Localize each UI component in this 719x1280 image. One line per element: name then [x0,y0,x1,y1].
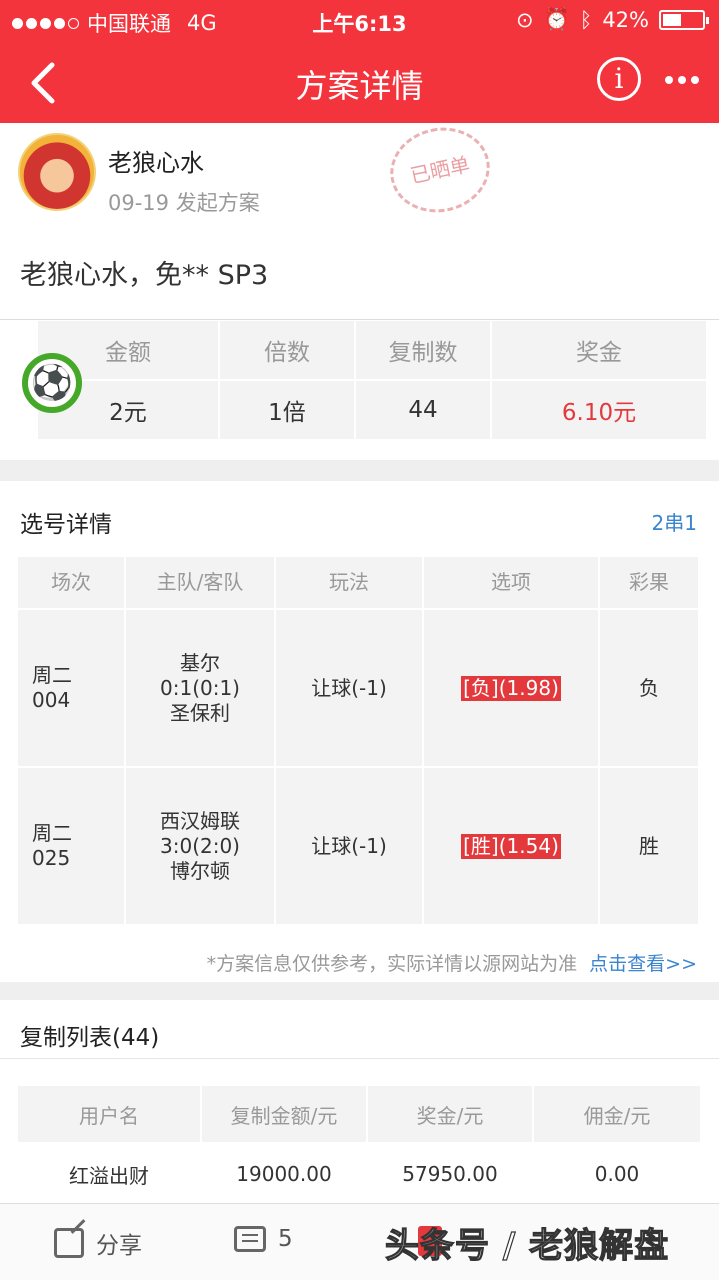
share-icon [54,1228,84,1258]
battery-icon [659,9,709,30]
copy-user: 红溢出财 [18,1144,200,1204]
disclaimer-text: *方案信息仅供参考，实际详情以源网站为准 [206,953,578,975]
away-team: 博尔顿 [170,858,230,883]
copy-list-table: 用户名 复制金额/元 奖金/元 佣金/元 红溢出财 19000.00 57950… [18,1086,700,1204]
battery-percent: 42% [602,7,649,32]
match-day: 周二 [32,663,72,687]
more-icon[interactable] [665,76,699,84]
comment-icon [234,1226,266,1252]
option-cell: [负](1.98) [424,610,598,766]
result-cell: 负 [600,610,698,766]
status-right: ⊙ ⏰ ᛒ 42% [515,7,709,32]
match-no: 004 [32,688,71,712]
col-header: 主队/客队 [126,557,274,608]
stat-prize: 6.10元 [492,381,706,439]
bottom-bar: 分享 5 头条号 / 老狼解盘 [0,1203,719,1280]
match-no: 025 [32,846,71,870]
nav-bar: 方案详情 i [0,45,719,120]
top-bar: 中国联通 4G 上午6:13 ⊙ ⏰ ᛒ 42% 方案详情 i [0,0,719,123]
result-cell: 胜 [600,768,698,924]
author-name[interactable]: 老狼心水 [108,143,204,178]
shared-stamp: 已晒单 [382,118,498,222]
plan-date: 09-19 发起方案 [108,191,260,215]
share-label: 分享 [96,1233,142,1259]
copy-prize: 57950.00 [368,1144,532,1204]
copy-commission: 0.00 [534,1144,700,1204]
share-button[interactable]: 分享 [54,1226,142,1260]
stat-header-multiple: 倍数 [220,321,354,379]
col-header: 玩法 [276,557,422,608]
view-source-link[interactable]: 点击查看>> [589,953,697,975]
copy-list-card: 复制列表(44) 用户名 复制金额/元 奖金/元 佣金/元 红溢出财 19000… [0,1000,719,1205]
away-team: 圣保利 [169,700,230,725]
col-header: 佣金/元 [534,1086,700,1142]
option-pick: [胜](1.54) [461,833,561,859]
disclaimer: *方案信息仅供参考，实际详情以源网站为准 点击查看>> [207,949,697,976]
home-team: 西汉姆联 [160,808,240,833]
alarm-icon: ⏰ [543,7,570,31]
match-score: 0:1(0:1) [160,675,240,700]
plan-stats: 金额 倍数 复制数 奖金 2元 1倍 44 6.10元 [38,321,706,439]
stat-header-prize: 奖金 [492,321,706,379]
option-cell: [胜](1.54) [424,768,598,924]
comment-count: 5 [278,1226,293,1252]
match-score: 3:0(2:0) [160,833,240,858]
col-header: 复制金额/元 [202,1086,366,1142]
col-header: 奖金/元 [368,1086,532,1142]
col-header: 用户名 [18,1086,200,1142]
play-cell: 让球(-1) [276,768,422,924]
stat-header-copies: 复制数 [356,321,490,379]
match-day: 周二 [32,821,72,845]
col-header: 彩果 [600,557,698,608]
info-icon[interactable]: i [597,57,641,101]
home-team: 基尔 [179,650,220,675]
comment-button[interactable]: 5 [234,1226,293,1252]
stat-multiple: 1倍 [220,381,354,439]
selection-title: 选号详情 [20,512,112,538]
soccer-ball-icon: ⚽ [22,353,82,413]
col-header: 场次 [18,557,124,608]
plan-description: 老狼心水，免** SP3 [20,260,269,291]
watermark: 头条号 / 老狼解盘 [384,1225,670,1266]
teams-cell: 西汉姆联 3:0(2:0) 博尔顿 [126,768,274,924]
avatar[interactable] [18,133,96,211]
divider [0,1058,719,1059]
match-cell: 周二 004 [18,610,124,766]
stat-copies: 44 [356,381,490,439]
status-bar: 中国联通 4G 上午6:13 ⊙ ⏰ ᛒ 42% [0,0,719,40]
plan-card: 老狼心水 09-19 发起方案 已晒单 老狼心水，免** SP3 金额 倍数 复… [0,118,719,460]
copy-amount: 19000.00 [202,1144,366,1204]
selection-table: 场次 主队/客队 玩法 选项 彩果 周二 004 基尔 0:1(0:1) 圣保利 让球… [18,557,700,924]
col-header: 选项 [424,557,598,608]
teams-cell: 基尔 0:1(0:1) 圣保利 [126,610,274,766]
bluetooth-icon: ᛒ [579,7,593,32]
option-pick: [负](1.98) [461,675,561,701]
divider [0,319,719,320]
copy-list-title: 复制列表(44) [20,1025,160,1051]
play-cell: 让球(-1) [276,610,422,766]
selection-card: 选号详情 2串1 场次 主队/客队 玩法 选项 彩果 周二 004 基尔 0:1(0… [0,481,719,982]
match-cell: 周二 025 [18,768,124,924]
combo-label: 2串1 [651,511,697,535]
rotation-lock-icon: ⊙ [515,7,534,32]
